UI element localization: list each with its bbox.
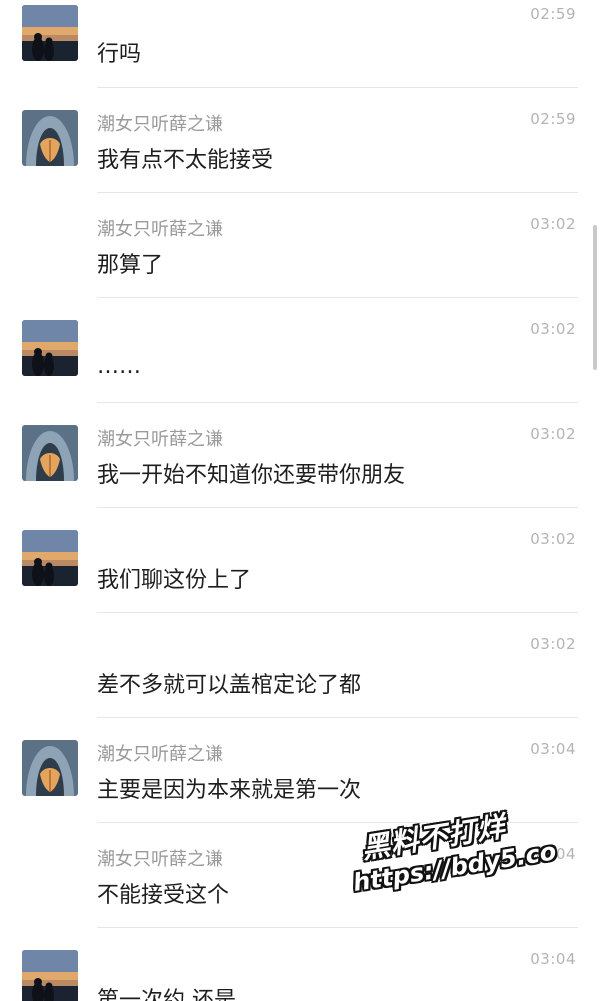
sender-name[interactable]: 潮女只听薛之谦 bbox=[97, 845, 223, 871]
message-text: 我们聊这份上了 bbox=[97, 568, 252, 593]
chat-message[interactable]: 潮女只听薛之谦 03:02 那算了 bbox=[0, 195, 600, 300]
sender-name[interactable]: 潮女只听薛之谦 bbox=[97, 740, 223, 766]
message-text: 我有点不太能接受 bbox=[97, 148, 274, 173]
hooded-girl-icon bbox=[22, 110, 78, 166]
chat-history-page: 02:59 行吗 潮女只听薛之谦 02:59 我有点不太能接受 潮女只听薛之谦 … bbox=[0, 0, 600, 1001]
message-text: 差不多就可以盖棺定论了都 bbox=[97, 673, 362, 698]
message-time: 03:02 bbox=[530, 215, 576, 233]
avatar-sunset-couple[interactable] bbox=[22, 320, 78, 376]
avatar-sunset-couple[interactable] bbox=[22, 5, 78, 61]
message-time: 03:02 bbox=[530, 425, 576, 443]
message-text: …… bbox=[97, 354, 141, 379]
scrollbar[interactable] bbox=[593, 225, 597, 370]
message-text: 那算了 bbox=[97, 253, 164, 278]
sender-name[interactable]: 潮女只听薛之谦 bbox=[97, 110, 223, 136]
message-text: 第一次约 还是 bbox=[97, 988, 236, 1001]
sunset-couple-icon bbox=[22, 950, 78, 1001]
hooded-girl-icon bbox=[22, 425, 78, 481]
message-time: 03:02 bbox=[530, 530, 576, 548]
divider bbox=[97, 507, 578, 508]
message-time: 02:59 bbox=[530, 5, 576, 23]
chat-message[interactable]: 02:59 行吗 bbox=[0, 0, 600, 90]
avatar-hooded-girl[interactable] bbox=[22, 425, 78, 481]
message-time: 02:59 bbox=[530, 110, 576, 128]
chat-message[interactable]: 03:04 第一次约 还是 bbox=[0, 930, 600, 1001]
avatar-hooded-girl[interactable] bbox=[22, 740, 78, 796]
chat-message[interactable]: 03:02 我们聊这份上了 bbox=[0, 510, 600, 615]
sunset-couple-icon bbox=[22, 5, 78, 61]
message-time: 03:02 bbox=[530, 635, 576, 653]
message-text: 行吗 bbox=[97, 42, 142, 67]
divider bbox=[97, 612, 578, 613]
divider bbox=[97, 717, 578, 718]
message-text: 主要是因为本来就是第一次 bbox=[97, 778, 362, 803]
chat-message[interactable]: 潮女只听薛之谦 02:59 我有点不太能接受 bbox=[0, 90, 600, 195]
divider bbox=[97, 402, 578, 403]
avatar-sunset-couple[interactable] bbox=[22, 950, 78, 1001]
message-time: 03:04 bbox=[530, 740, 576, 758]
divider bbox=[97, 927, 578, 928]
chat-message[interactable]: 03:02 …… bbox=[0, 300, 600, 405]
chat-message[interactable]: 03:02 差不多就可以盖棺定论了都 bbox=[0, 615, 600, 720]
avatar-sunset-couple[interactable] bbox=[22, 530, 78, 586]
message-time: 03:02 bbox=[530, 320, 576, 338]
chat-message[interactable]: 潮女只听薛之谦 03:02 我一开始不知道你还要带你朋友 bbox=[0, 405, 600, 510]
message-text: 不能接受这个 bbox=[97, 883, 230, 908]
message-time: 03:04 bbox=[530, 950, 576, 968]
avatar-hooded-girl[interactable] bbox=[22, 110, 78, 166]
divider bbox=[97, 192, 578, 193]
sender-name[interactable]: 潮女只听薛之谦 bbox=[97, 425, 223, 451]
divider bbox=[97, 297, 578, 298]
hooded-girl-icon bbox=[22, 740, 78, 796]
sunset-couple-icon bbox=[22, 320, 78, 376]
sender-name[interactable]: 潮女只听薛之谦 bbox=[97, 215, 223, 241]
message-text: 我一开始不知道你还要带你朋友 bbox=[97, 463, 406, 488]
sunset-couple-icon bbox=[22, 530, 78, 586]
divider bbox=[97, 87, 578, 88]
